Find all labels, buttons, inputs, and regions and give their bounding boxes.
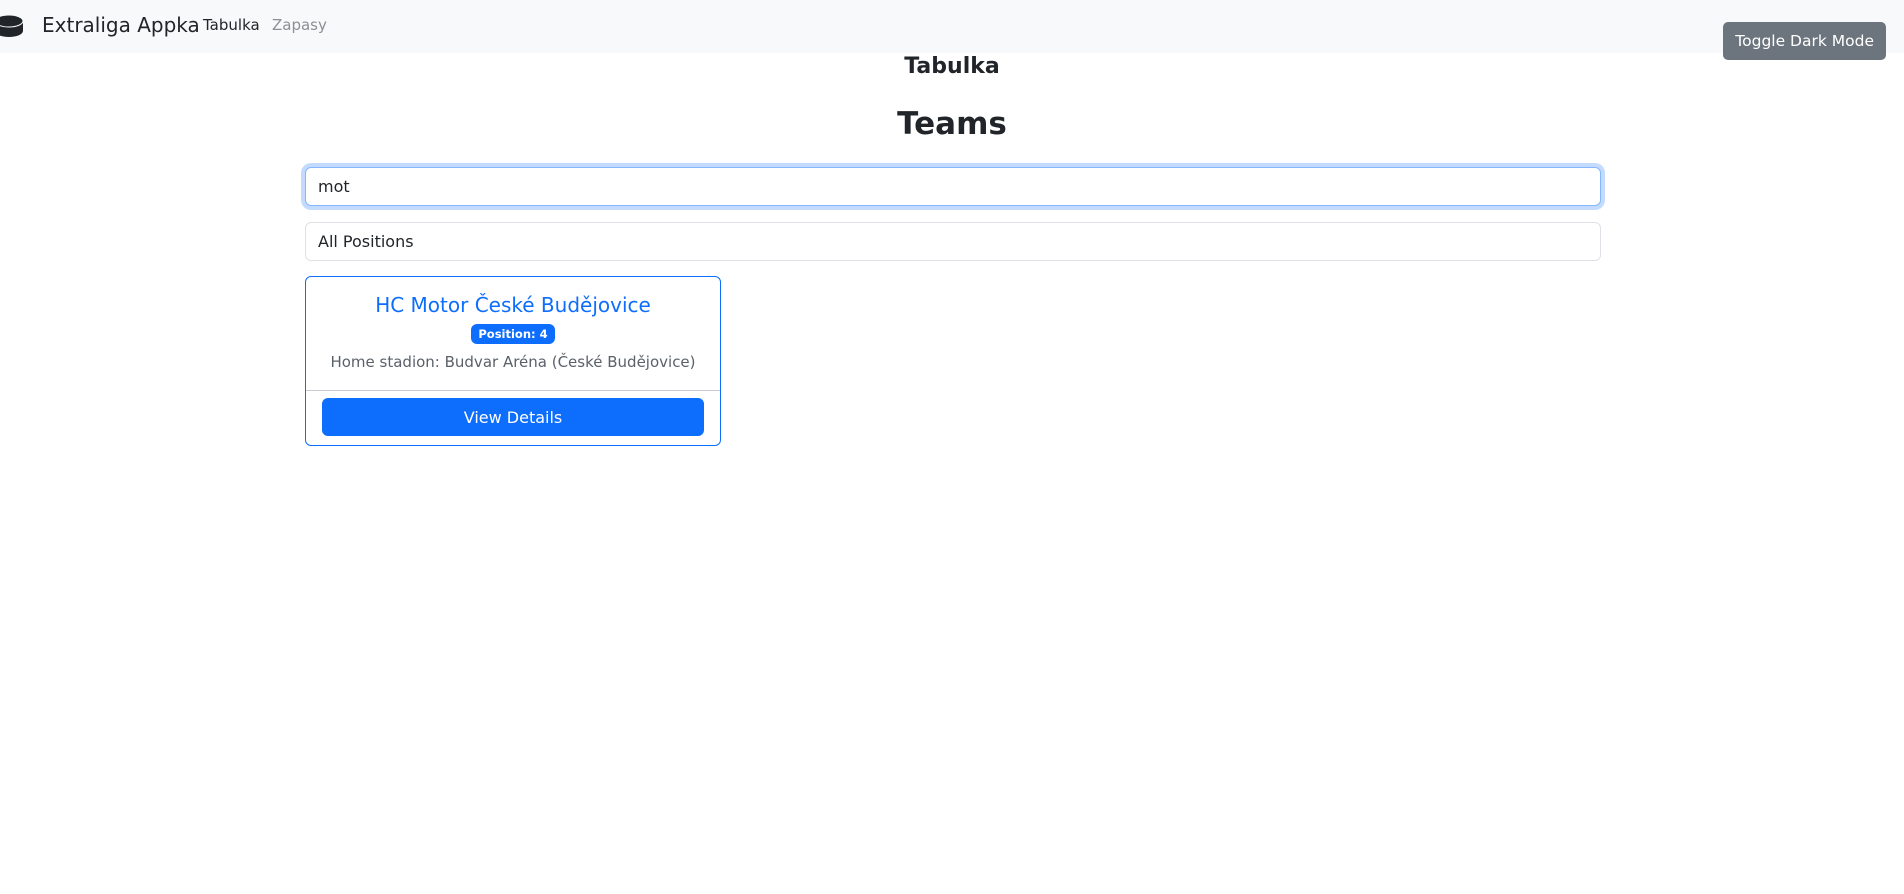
nav-link-zapasy[interactable]: Zapasy — [272, 16, 327, 34]
hockey-puck-icon — [0, 14, 24, 37]
search-input[interactable] — [305, 167, 1601, 206]
nav-link-tabulka[interactable]: Tabulka — [203, 16, 260, 34]
team-name[interactable]: HC Motor České Budějovice — [306, 293, 720, 317]
view-details-button[interactable]: View Details — [322, 398, 704, 436]
position-filter-value: All Positions — [318, 232, 414, 251]
page-heading: Teams — [897, 106, 1007, 142]
position-filter-select[interactable]: All Positions — [305, 222, 1601, 261]
card-footer: View Details — [306, 390, 720, 445]
position-badge: Position: 4 — [471, 324, 555, 344]
page-subtitle: Tabulka — [904, 54, 1000, 79]
home-stadium: Home stadion: Budvar Aréna (České Budějo… — [330, 353, 696, 371]
navbar: Extraliga Appka Tabulka Zapasy Toggle Da… — [0, 0, 1904, 60]
team-card: HC Motor České Budějovice Position: 4 Ho… — [305, 276, 721, 446]
brand-title: Extraliga Appka — [42, 13, 200, 37]
